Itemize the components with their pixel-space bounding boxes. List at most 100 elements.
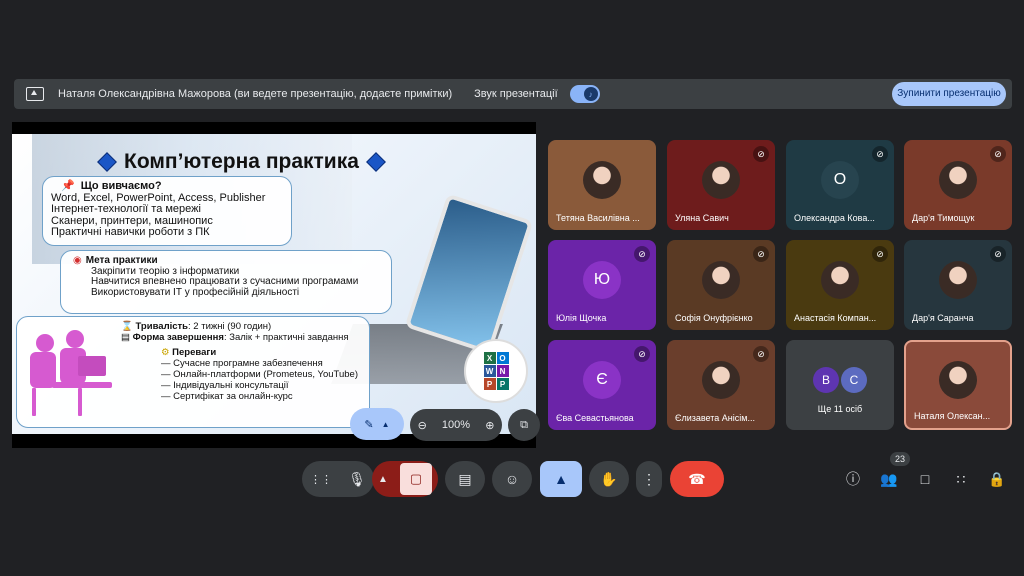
office-apps-logo: X O W N P P bbox=[464, 339, 528, 403]
participant-tile[interactable]: Ю ⊘ Юлія Щочка bbox=[548, 240, 656, 330]
benefit-item: — Сучасне програмне забезпечення bbox=[161, 358, 323, 369]
present-icon[interactable]: ▲ bbox=[540, 461, 582, 497]
section-heading: Що вивчаємо? bbox=[80, 180, 162, 192]
speaker-icon: ♪ bbox=[583, 87, 598, 101]
participant-avatar bbox=[821, 260, 859, 299]
zoom-level: 100% bbox=[441, 419, 471, 431]
activities-icon[interactable]: ∷ bbox=[950, 468, 972, 490]
hourglass-icon: ⌛ bbox=[121, 321, 133, 332]
outlook-logo: O bbox=[496, 352, 509, 364]
microphone-icon[interactable]: 🎙 bbox=[348, 471, 366, 488]
chevron-up-icon[interactable]: ▲ bbox=[382, 420, 390, 429]
mic-off-icon: ⊘ bbox=[634, 246, 650, 262]
raise-hand-icon[interactable]: ✋ bbox=[589, 461, 629, 497]
benefits-heading: Переваги bbox=[172, 347, 217, 358]
audio-control-group: ⋮⋮ 🎙 bbox=[302, 461, 374, 497]
pushpin-icon: 📌 bbox=[61, 180, 75, 192]
chevron-up-icon[interactable]: ▲ bbox=[378, 474, 388, 485]
presentation-sound-label: Звук презентації bbox=[474, 88, 558, 100]
mic-off-icon: ⊘ bbox=[990, 246, 1006, 262]
mic-off-icon: ⊘ bbox=[872, 246, 888, 262]
pen-icon: ✎ bbox=[364, 418, 374, 431]
participant-avatar bbox=[939, 160, 977, 199]
participant-name: Наталя Олексан... bbox=[914, 411, 991, 421]
camera-control-group: ▲ ▢ bbox=[372, 461, 438, 497]
benefit-item: — Сертифікат за онлайн-курс bbox=[161, 391, 293, 402]
section-heading: Мета практики bbox=[85, 255, 158, 266]
more-options-icon[interactable]: ⋮ bbox=[636, 461, 662, 497]
target-icon: ◉ bbox=[73, 255, 82, 266]
participant-tile[interactable]: Наталя Олексан... bbox=[904, 340, 1012, 430]
study-item: Практичні навички роботи з ПК bbox=[51, 226, 210, 238]
gear-icon: ⚙ bbox=[161, 347, 170, 358]
share-icon[interactable]: ⧉ bbox=[508, 409, 540, 441]
participant-avatar: Є bbox=[583, 360, 621, 399]
mic-off-icon: ⊘ bbox=[634, 346, 650, 362]
participant-tile[interactable]: Тетяна Василівна ... bbox=[548, 140, 656, 230]
zoom-in-icon[interactable]: ⊕ bbox=[485, 419, 494, 432]
emoji-icon[interactable]: ☺ bbox=[492, 461, 532, 497]
host-controls-icon[interactable]: 🔒 bbox=[986, 468, 1008, 490]
participant-avatar bbox=[702, 360, 740, 399]
benefit-item: — Онлайн-платформи (Prometeus, YouTube) bbox=[161, 369, 358, 380]
participant-avatar bbox=[939, 360, 977, 399]
participant-count-badge: 23 bbox=[890, 452, 910, 466]
participant-name: Олександра Кова... bbox=[794, 213, 875, 223]
chat-icon[interactable]: □ bbox=[914, 468, 936, 490]
annotate-pen-button[interactable]: ✎ ▲ bbox=[350, 408, 404, 440]
completion-value: : Залік + практичні завдання bbox=[223, 332, 349, 343]
participant-tile[interactable]: ⊘ Уляна Савич bbox=[667, 140, 775, 230]
diamond-bullet-icon bbox=[97, 152, 117, 172]
participant-avatar: О bbox=[821, 160, 859, 199]
presentation-sound-toggle[interactable]: ♪ bbox=[569, 85, 600, 103]
publisher-logo: P bbox=[496, 378, 509, 390]
participant-tile[interactable]: ⊘ Софія Онуфрієнко bbox=[667, 240, 775, 330]
stop-presenting-button[interactable]: Зупинити презентацію bbox=[892, 82, 1006, 106]
practice-goal-box: ◉ Мета практики Закріпити теорію з інформ… bbox=[60, 250, 392, 314]
participant-name: Єлизавета Анісім... bbox=[675, 413, 755, 423]
slide-title: Комп’ютерна практика bbox=[97, 150, 386, 174]
completion-label: Форма завершення bbox=[132, 332, 224, 343]
people-icon[interactable]: 👥 bbox=[878, 468, 900, 490]
zoom-out-icon[interactable]: ⊖ bbox=[418, 419, 427, 432]
captions-icon[interactable]: ▤ bbox=[445, 461, 485, 497]
info-icon[interactable]: ⓘ bbox=[842, 468, 864, 490]
audio-wave-icon: ⋮⋮ bbox=[310, 473, 333, 486]
participant-tile[interactable]: ⊘ Анастасія Компан... bbox=[786, 240, 894, 330]
mic-off-icon: ⊘ bbox=[990, 146, 1006, 162]
participant-avatar: С bbox=[841, 366, 867, 393]
camera-off-icon[interactable]: ▢ bbox=[399, 463, 432, 495]
mic-off-icon: ⊘ bbox=[753, 346, 769, 362]
duration-value: : 2 тижні (90 годин) bbox=[188, 321, 272, 332]
mic-off-icon: ⊘ bbox=[872, 146, 888, 162]
participant-avatar: В bbox=[813, 366, 839, 393]
participant-avatar bbox=[702, 160, 740, 199]
participant-tile[interactable]: О ⊘ Олександра Кова... bbox=[786, 140, 894, 230]
mic-off-icon: ⊘ bbox=[753, 146, 769, 162]
people-at-desk-illustration bbox=[22, 326, 118, 420]
presenting-banner: Наталя Олександрівна Мажорова (ви ведете… bbox=[14, 79, 1012, 109]
participant-avatar: Ю bbox=[583, 260, 621, 299]
document-icon: ▤ bbox=[121, 332, 130, 343]
goal-item: Використовувати ІТ у професійній діяльно… bbox=[91, 286, 300, 298]
end-call-icon[interactable]: ☎ bbox=[670, 461, 724, 497]
participant-name: Уляна Савич bbox=[675, 213, 729, 223]
powerpoint-logo: P bbox=[483, 378, 496, 390]
mic-off-icon: ⊘ bbox=[753, 246, 769, 262]
slide-tablet-image bbox=[404, 193, 534, 355]
slide-title-text: Комп’ютерна практика bbox=[124, 150, 359, 173]
participant-name: Ще 11 осіб bbox=[817, 404, 863, 414]
participant-tile[interactable]: В С Ще 11 осіб bbox=[786, 340, 894, 430]
participant-name: Тетяна Василівна ... bbox=[556, 213, 640, 223]
participant-tile[interactable]: ⊘ Дар'я Тимощук bbox=[904, 140, 1012, 230]
participant-tile[interactable]: Є ⊘ Єва Севастьянова bbox=[548, 340, 656, 430]
participant-tile[interactable]: ⊘ Дар'я Саранча bbox=[904, 240, 1012, 330]
presentation-slide: Комп’ютерна практика 📌 Що вивчаємо? Word,… bbox=[12, 134, 536, 434]
participant-tile[interactable]: ⊘ Єлизавета Анісім... bbox=[667, 340, 775, 430]
word-logo: W bbox=[483, 365, 496, 377]
participant-name: Єва Севастьянова bbox=[556, 413, 634, 423]
what-we-study-box: 📌 Що вивчаємо? Word, Excel, PowerPoint, A… bbox=[42, 176, 292, 246]
participant-name: Дар'я Тимощук bbox=[912, 213, 975, 223]
duration-label: Тривалість bbox=[135, 321, 189, 332]
participant-name: Юлія Щочка bbox=[556, 313, 607, 323]
